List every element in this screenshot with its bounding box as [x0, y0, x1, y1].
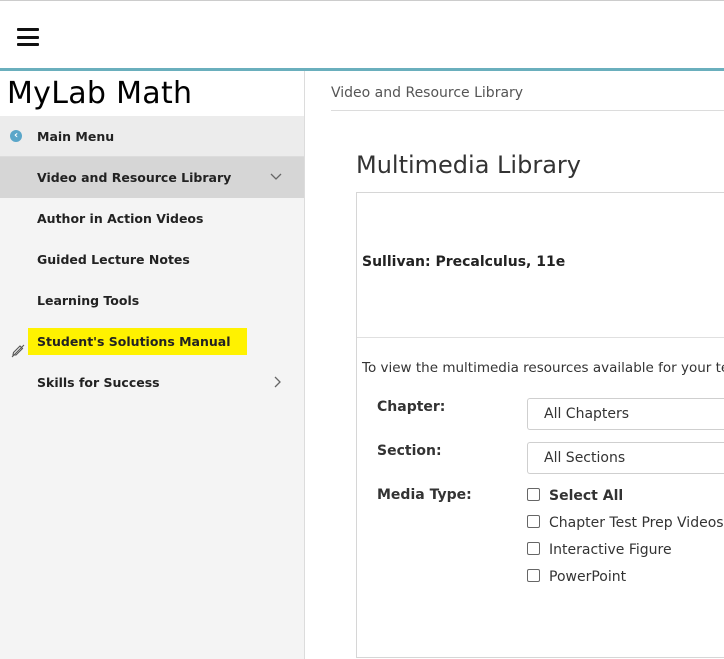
- section-label: Section:: [377, 443, 442, 459]
- sidebar-main-menu[interactable]: ‹ Main Menu: [0, 116, 304, 157]
- media-type-option-powerpoint[interactable]: PowerPoint: [527, 569, 626, 587]
- book-title: Sullivan: Precalculus, 11e: [362, 254, 566, 270]
- page-title: Multimedia Library: [356, 151, 581, 179]
- hamburger-menu-icon[interactable]: [17, 28, 39, 46]
- sidebar-item-label: Learning Tools: [37, 293, 140, 308]
- checkbox[interactable]: [527, 488, 540, 501]
- option-label: Interactive Figure: [549, 542, 672, 558]
- media-type-label: Media Type:: [377, 487, 472, 503]
- sidebar-item-learning-tools[interactable]: Learning Tools: [0, 280, 304, 321]
- top-bar: [0, 0, 724, 68]
- checkbox[interactable]: [527, 569, 540, 582]
- brand-title: MyLab Math: [0, 71, 304, 116]
- chevron-down-icon: [270, 157, 282, 198]
- main-content: Video and Resource Library Multimedia Li…: [306, 71, 724, 659]
- sidebar: MyLab Math ‹ Main Menu Video and Resourc…: [0, 71, 305, 659]
- sidebar-item-video-resource-library[interactable]: Video and Resource Library: [0, 157, 304, 198]
- sidebar-item-label: Guided Lecture Notes: [37, 252, 190, 267]
- library-panel: Sullivan: Precalculus, 11e To view the m…: [356, 192, 724, 658]
- media-type-option-chapter-test-prep[interactable]: Chapter Test Prep Videos: [527, 515, 724, 533]
- back-arrow-icon: ‹: [10, 130, 22, 142]
- breadcrumb: Video and Resource Library: [331, 85, 524, 101]
- option-label: PowerPoint: [549, 569, 627, 585]
- section-select[interactable]: All Sections: [527, 442, 724, 474]
- chevron-right-icon: [274, 362, 282, 403]
- sidebar-item-students-solutions-manual[interactable]: Student's Solutions Manual: [0, 321, 304, 362]
- media-type-option-select-all[interactable]: Select All: [527, 488, 623, 506]
- pencil-off-icon: [10, 334, 25, 358]
- checkbox[interactable]: [527, 542, 540, 555]
- sidebar-item-skills-for-success[interactable]: Skills for Success: [0, 362, 304, 403]
- option-label: Select All: [549, 488, 624, 504]
- sidebar-item-label: Student's Solutions Manual: [28, 328, 247, 355]
- sidebar-item-guided-lecture-notes[interactable]: Guided Lecture Notes: [0, 239, 304, 280]
- breadcrumb-divider: [331, 110, 724, 111]
- panel-divider: [357, 337, 724, 338]
- chapter-select[interactable]: All Chapters: [527, 398, 724, 430]
- sidebar-item-author-in-action-videos[interactable]: Author in Action Videos: [0, 198, 304, 239]
- chapter-label: Chapter:: [377, 399, 446, 415]
- sidebar-item-label: Skills for Success: [37, 375, 160, 390]
- sidebar-item-label: Video and Resource Library: [37, 170, 232, 185]
- media-type-option-interactive-figure[interactable]: Interactive Figure: [527, 542, 672, 560]
- sidebar-main-menu-label: Main Menu: [37, 129, 115, 144]
- sidebar-item-label: Author in Action Videos: [37, 211, 204, 226]
- checkbox[interactable]: [527, 515, 540, 528]
- option-label: Chapter Test Prep Videos: [549, 515, 724, 531]
- intro-text: To view the multimedia resources availab…: [362, 360, 724, 376]
